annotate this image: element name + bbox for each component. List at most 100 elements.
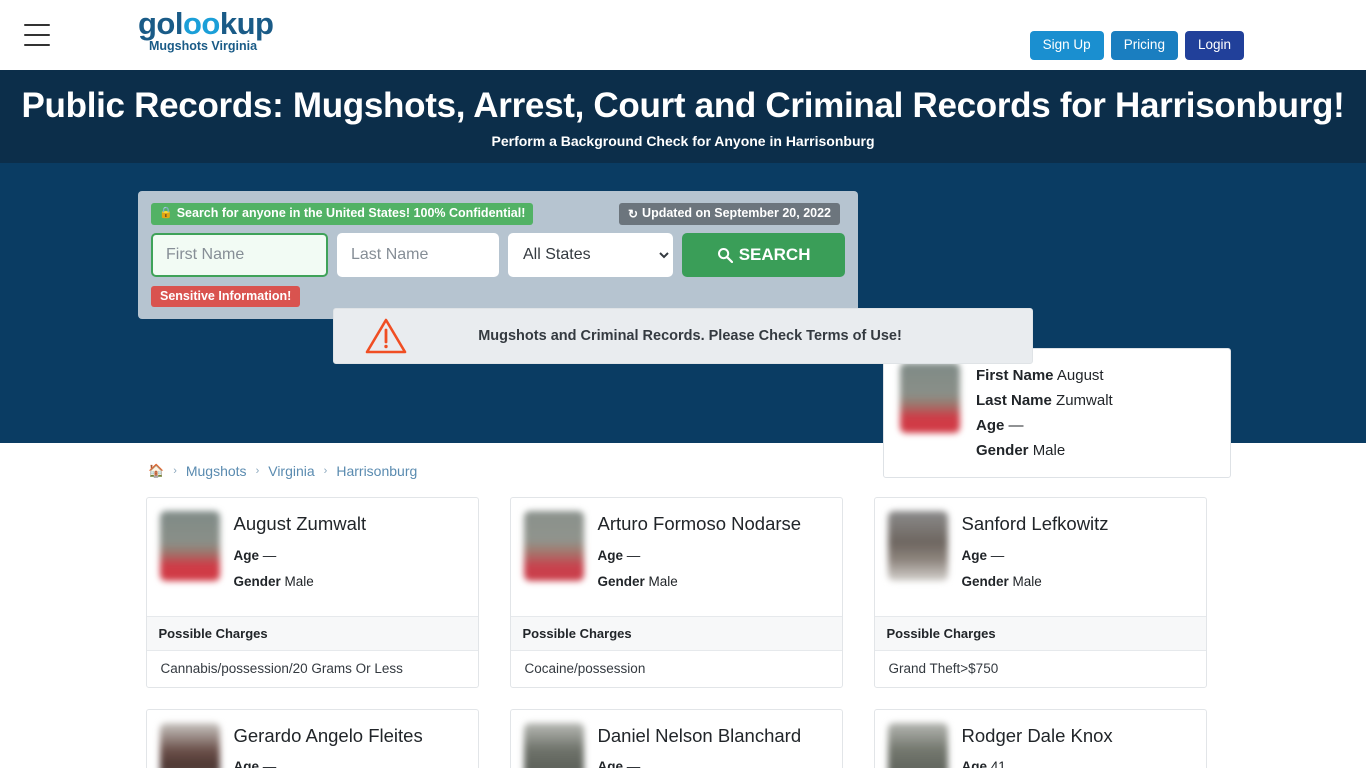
page-subtitle: Perform a Background Check for Anyone in… — [491, 133, 875, 150]
charge-item: Grand Theft>$750 — [888, 660, 999, 676]
breadcrumb-item-virginia[interactable]: Virginia — [268, 463, 314, 479]
result-card-details: Daniel Nelson BlanchardAge —Gender Male — [598, 723, 802, 768]
breadcrumb-separator: › — [255, 465, 260, 478]
updated-badge-label: Updated on September 20, 2022 — [642, 206, 831, 221]
featured-age-row: Age — — [976, 413, 1113, 438]
last-name-label: Last Name — [976, 392, 1052, 410]
search-button[interactable]: SEARCH — [682, 232, 845, 277]
result-card[interactable]: Arturo Formoso Nodarse Age — Gender Male Po… — [509, 497, 843, 688]
result-card-top: Rodger Dale KnoxAge 41Gender Male — [875, 710, 1206, 768]
age-value: — — [626, 758, 641, 768]
logo-text-part2: kup — [219, 6, 274, 41]
person-gender: Gender Male — [962, 574, 1109, 589]
logo-wordmark: golookup — [138, 6, 274, 41]
results-grid: August Zumwalt Age — Gender Male Possible C… — [145, 497, 1221, 768]
featured-first-name-row: First Name August — [976, 363, 1113, 388]
result-card[interactable]: Gerardo Angelo FleitesAge —Gender Male — [145, 708, 479, 768]
age-value: — — [262, 758, 277, 768]
confidential-badge-label: Search for anyone in the United States! … — [176, 206, 526, 221]
person-name: Rodger Dale Knox — [961, 724, 1113, 746]
person-age: Age — — [234, 759, 423, 768]
possible-charges-header: Possible Charges — [146, 615, 478, 651]
refresh-icon: ↻ — [627, 206, 639, 221]
hamburger-menu-icon[interactable] — [24, 24, 50, 46]
mugshot-thumbnail — [900, 363, 960, 434]
result-card-top: Sanford Lefkowitz Age — Gender Male — [875, 498, 1206, 615]
search-form: All States SEARCH — [151, 232, 845, 277]
person-age: Age — — [598, 548, 802, 563]
featured-last-name-row: Last Name Zumwalt — [976, 388, 1113, 413]
hero-title-band: Public Records: Mugshots, Arrest, Court … — [0, 70, 1366, 164]
last-name-input[interactable] — [337, 232, 499, 277]
gender-label: Gender — [961, 573, 1009, 589]
search-button-label: SEARCH — [738, 244, 811, 264]
person-age: Age — — [962, 548, 1109, 563]
person-age: Age — — [234, 548, 367, 563]
last-name-value: Zumwalt — [1056, 392, 1113, 410]
login-button[interactable]: Login — [1184, 31, 1244, 61]
age-label: Age — [976, 417, 1005, 435]
first-name-label: First Name — [976, 367, 1054, 385]
result-card[interactable]: August Zumwalt Age — Gender Male Possible C… — [145, 497, 479, 688]
featured-person-card[interactable]: First Name August Last Name Zumwalt Age … — [883, 348, 1231, 479]
age-label: Age — [961, 547, 988, 563]
gender-value: Male — [1012, 573, 1042, 589]
site-logo[interactable]: golookup Mugshots Virginia — [138, 6, 274, 53]
first-name-input[interactable] — [151, 232, 328, 277]
age-value: — — [262, 547, 277, 563]
search-section: 🔒 Search for anyone in the United States… — [0, 163, 1366, 479]
terms-notice-text: Mugshots and Criminal Records. Please Ch… — [478, 328, 902, 345]
age-label: Age — [597, 758, 624, 768]
age-label: Age — [961, 758, 988, 768]
result-card-details: Gerardo Angelo FleitesAge —Gender Male — [234, 723, 423, 768]
site-header: golookup Mugshots Virginia Sign Up Prici… — [0, 0, 1366, 70]
person-age: Age 41 — [962, 759, 1113, 768]
state-select[interactable]: All States — [508, 232, 674, 277]
sensitive-information-badge: Sensitive Information! — [151, 285, 301, 308]
logo-subtitle: Mugshots Virginia — [148, 38, 258, 53]
result-card-top: Daniel Nelson BlanchardAge —Gender Male — [511, 710, 842, 768]
pricing-button[interactable]: Pricing — [1110, 31, 1178, 61]
page-title: Public Records: Mugshots, Arrest, Court … — [21, 86, 1345, 125]
age-label: Age — [233, 547, 260, 563]
person-name: Gerardo Angelo Fleites — [233, 724, 423, 746]
age-label: Age — [233, 758, 260, 768]
breadcrumb-item-harrisonburg[interactable]: Harrisonburg — [336, 463, 417, 479]
result-card-details: Arturo Formoso Nodarse Age — Gender Male — [598, 511, 802, 599]
terms-of-use-notice: Mugshots and Criminal Records. Please Ch… — [333, 308, 1033, 365]
result-card-details: Sanford Lefkowitz Age — Gender Male — [962, 511, 1109, 599]
gender-value: Male — [284, 573, 314, 589]
result-card-details: Rodger Dale KnoxAge 41Gender Male — [962, 723, 1113, 768]
age-value: — — [1008, 417, 1024, 435]
person-gender: Gender Male — [598, 574, 802, 589]
age-value: — — [990, 547, 1005, 563]
person-gender: Gender Male — [234, 574, 367, 589]
first-name-value: August — [1056, 367, 1104, 385]
search-panel: 🔒 Search for anyone in the United States… — [138, 191, 858, 320]
person-age: Age — — [598, 759, 802, 768]
possible-charges-header: Possible Charges — [874, 615, 1206, 651]
updated-badge: ↻ Updated on September 20, 2022 — [618, 203, 840, 225]
breadcrumb-separator: › — [173, 465, 177, 478]
results-section: 🏠 › Mugshots › Virginia › Harrisonburg A… — [0, 443, 1366, 768]
gender-value: Male — [648, 573, 678, 589]
result-card[interactable]: Sanford Lefkowitz Age — Gender Male Possibl… — [873, 497, 1207, 688]
mugshot-thumbnail — [523, 722, 584, 768]
confidential-badge: 🔒 Search for anyone in the United States… — [151, 203, 534, 225]
age-value: — — [626, 547, 641, 563]
search-panel-badges: 🔒 Search for anyone in the United States… — [151, 203, 845, 225]
charge-item: Cocaine/possession — [524, 660, 646, 676]
signup-button[interactable]: Sign Up — [1029, 31, 1104, 61]
breadcrumb-item-mugshots[interactable]: Mugshots — [186, 463, 247, 479]
mugshot-thumbnail — [887, 722, 948, 768]
result-card[interactable]: Rodger Dale KnoxAge 41Gender Male — [873, 708, 1207, 768]
result-card-top: Arturo Formoso Nodarse Age — Gender Male — [511, 498, 842, 615]
logo-text-oo: oo — [183, 6, 220, 41]
mugshot-thumbnail — [159, 511, 220, 582]
search-icon — [717, 247, 733, 263]
header-nav-buttons: Sign Up Pricing Login — [1029, 31, 1244, 61]
home-icon[interactable]: 🏠 — [148, 463, 164, 479]
result-card[interactable]: Daniel Nelson BlanchardAge —Gender Male — [509, 708, 843, 768]
person-name: Daniel Nelson Blanchard — [597, 724, 802, 746]
age-value: 41 — [990, 758, 1006, 768]
